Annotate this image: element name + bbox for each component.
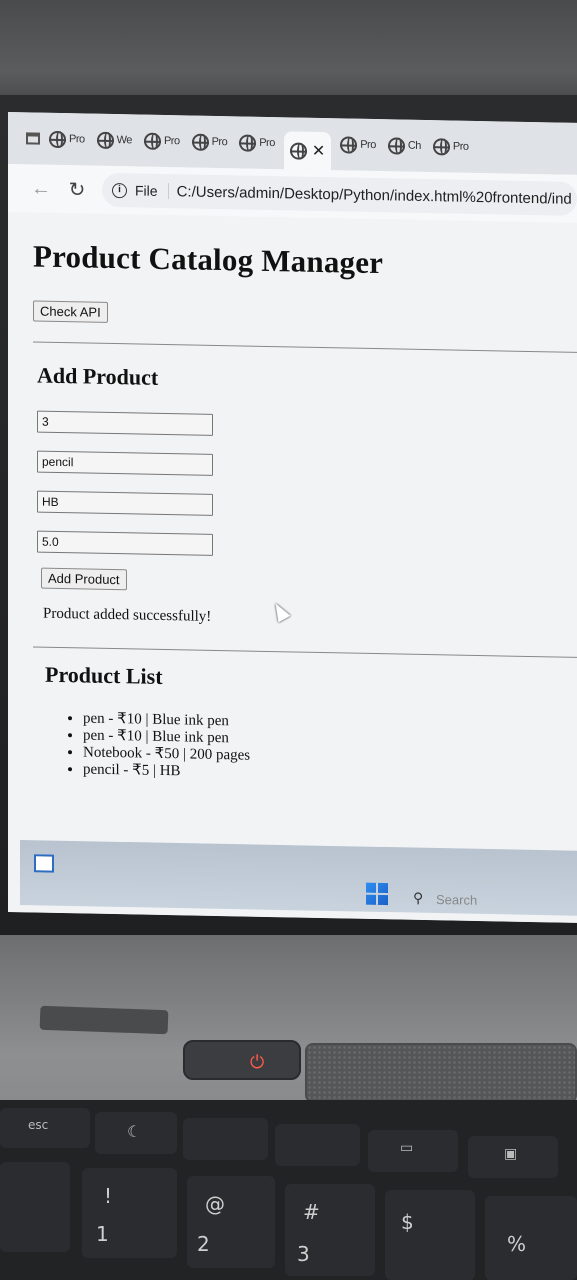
browser-tab[interactable]: Pro — [189, 126, 231, 157]
info-icon[interactable]: i — [112, 182, 127, 198]
browser-tab[interactable]: Pro — [236, 127, 278, 158]
key-label: # — [303, 1200, 320, 1224]
key-label: 2 — [197, 1232, 210, 1256]
product-id-input[interactable]: 3 — [37, 410, 213, 436]
key-2[interactable]: @ 2 — [187, 1176, 275, 1268]
close-tab-icon[interactable]: ✕ — [312, 141, 325, 161]
reload-icon[interactable]: ↻ — [66, 177, 88, 202]
chrome-icon — [387, 136, 405, 155]
globe-icon — [49, 130, 66, 148]
browser-tab-active[interactable]: ✕ — [283, 131, 332, 171]
globe-icon — [191, 133, 209, 151]
f2-key[interactable] — [183, 1118, 268, 1160]
search-icon[interactable]: ⚲ — [413, 890, 423, 907]
tab-actions-icon[interactable] — [26, 132, 40, 145]
f5-key[interactable]: ▣ — [468, 1136, 558, 1178]
tab-label: Pro — [163, 134, 180, 148]
site-chip: File — [135, 182, 169, 200]
browser-tab[interactable]: Pro — [430, 131, 472, 162]
product-list-heading: Product List — [45, 661, 163, 689]
back-arrow-icon[interactable]: ← — [30, 177, 52, 200]
add-product-heading: Add Product — [37, 362, 159, 390]
product-description-input[interactable]: HB — [37, 490, 213, 516]
tab-label: Pro — [452, 140, 469, 153]
globe-icon — [143, 132, 161, 150]
globe-icon — [432, 137, 450, 155]
browser-tab[interactable]: Ch — [385, 130, 424, 161]
browser-tab[interactable]: Pro — [141, 126, 183, 157]
taskbar: ⚲ Search — [20, 840, 577, 916]
add-product-button[interactable]: Add Product — [41, 567, 127, 591]
power-icon: ⏻ — [250, 1052, 265, 1072]
browser-tab[interactable]: Pro — [337, 129, 379, 160]
mic-icon: ▣ — [504, 1146, 518, 1162]
tilde-key[interactable] — [0, 1162, 70, 1252]
power-button[interactable] — [183, 1040, 301, 1080]
key-label: % — [507, 1232, 527, 1256]
google-icon — [96, 131, 114, 149]
f1-key[interactable]: ☾ — [95, 1112, 177, 1154]
display-icon: ▭ — [400, 1140, 414, 1156]
globe-icon — [340, 135, 358, 154]
product-list: pen - ₹10 | Blue ink pen pen - ₹10 | Blu… — [83, 710, 577, 787]
key-label: 1 — [96, 1222, 109, 1246]
tab-label: Pro — [259, 136, 275, 150]
tab-label: Pro — [69, 133, 85, 146]
key-label: $ — [401, 1210, 414, 1234]
globe-icon — [289, 141, 307, 160]
browser-tab[interactable]: Pro — [46, 124, 88, 155]
url-text: C:/Users/admin/Desktop/Python/index.html… — [176, 182, 572, 208]
page-title: Product Catalog Manager — [33, 238, 384, 281]
f4-key[interactable]: ▭ — [368, 1130, 458, 1172]
laptop-screen: Pro We Pro Pro Pro ✕ Pro Ch Pro ← ↻ i Fi… — [8, 112, 577, 923]
key-3[interactable]: # 3 — [285, 1184, 375, 1276]
tab-label: Pro — [211, 135, 228, 149]
hinge — [39, 1005, 169, 1035]
taskbar-search[interactable]: Search — [436, 892, 477, 908]
web-page: Product Catalog Manager Check API Add Pr… — [8, 212, 577, 923]
tab-label: We — [116, 134, 132, 147]
status-message: Product added successfully! — [43, 605, 212, 625]
key-4[interactable]: $ — [385, 1190, 475, 1280]
key-label: @ — [205, 1192, 225, 1216]
address-bar[interactable]: i File C:/Users/admin/Desktop/Python/ind… — [102, 172, 577, 216]
browser-tab[interactable]: We — [94, 125, 135, 156]
tab-label: Pro — [360, 138, 376, 152]
windows-start-icon[interactable] — [366, 882, 388, 906]
key-label: esc — [28, 1118, 49, 1132]
widgets-icon[interactable] — [34, 854, 54, 873]
key-5[interactable]: % — [485, 1196, 577, 1280]
key-1[interactable]: ! 1 — [82, 1168, 177, 1258]
f3-key[interactable] — [275, 1124, 360, 1166]
esc-key[interactable]: esc — [0, 1108, 90, 1148]
divider — [33, 341, 577, 354]
product-price-input[interactable]: 5.0 — [37, 530, 213, 556]
key-label: ! — [104, 1184, 113, 1208]
moon-icon: ☾ — [127, 1122, 142, 1141]
keyboard: esc ☾ ▭ ▣ ! 1 @ 2 # 3 $ % — [0, 1100, 577, 1280]
product-name-input[interactable]: pencil — [37, 450, 213, 476]
tab-label: Ch — [407, 139, 421, 152]
key-label: 3 — [297, 1242, 310, 1266]
divider — [33, 646, 577, 659]
globe-icon — [239, 133, 257, 152]
speaker-grille — [305, 1043, 577, 1103]
check-api-button[interactable]: Check API — [33, 300, 108, 323]
